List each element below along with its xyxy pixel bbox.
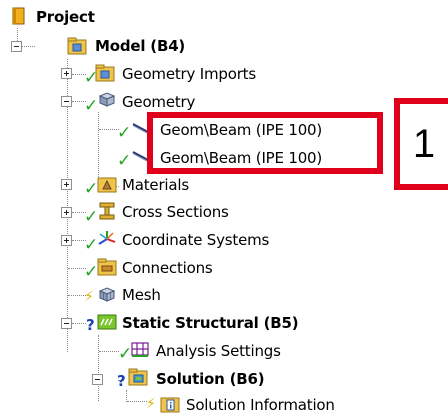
tree-item-cross-sections[interactable]: Cross Sections (122, 198, 229, 226)
analysis-settings-icon (131, 340, 149, 358)
tree-item-geometry-imports[interactable]: Geometry Imports (122, 60, 256, 88)
tree-item-analysis-settings[interactable]: Analysis Settings (156, 337, 281, 365)
callout-number: 1 (412, 121, 436, 166)
expand-toggle-materials[interactable] (61, 179, 72, 190)
static-structural-icon (97, 314, 117, 332)
materials-icon (97, 175, 117, 193)
tree-item-model[interactable]: Model (B4) (95, 32, 185, 60)
tree-item-static-structural[interactable]: Static Structural (B5) (122, 309, 299, 337)
i-beam-section-icon (99, 202, 117, 220)
tree-label: Model (B4) (95, 37, 186, 55)
tree-label: Coordinate Systems (122, 231, 270, 249)
solved-check-icon: ✓ (117, 123, 132, 143)
outline-tree: Project Model (B4) ✓ Geometry Imports ✓ (0, 0, 448, 415)
solution-information-icon (160, 395, 180, 413)
collapse-toggle-static-structural[interactable] (61, 318, 72, 329)
collapse-toggle-solution[interactable] (92, 374, 103, 385)
tree-label: Materials (122, 176, 189, 194)
tree-label: Project (36, 8, 95, 26)
project-icon (10, 7, 28, 25)
geometry-imports-folder-icon (95, 64, 115, 82)
expand-toggle-cross-sections[interactable] (61, 207, 72, 218)
tree-line (127, 401, 147, 402)
collapse-toggle-geometry[interactable] (61, 96, 72, 107)
model-folder-icon (67, 37, 87, 55)
collapse-toggle-model[interactable] (11, 41, 22, 52)
tree-item-project[interactable]: Project (36, 3, 95, 31)
tree-line (99, 351, 119, 352)
highlight-box (147, 112, 383, 174)
solved-check-icon: ✓ (117, 151, 132, 171)
expand-toggle-coordinate-systems[interactable] (61, 235, 72, 246)
tree-item-coordinate-systems[interactable]: Coordinate Systems (122, 226, 269, 254)
tree-label: Solution (B6) (156, 370, 265, 388)
tree-line (98, 335, 99, 401)
undefined-question-icon: ? (117, 372, 126, 390)
connections-folder-icon (97, 258, 117, 276)
tree-item-connections[interactable]: Connections (122, 254, 213, 282)
tree-line (72, 323, 86, 324)
tree-label: Connections (122, 259, 213, 277)
solved-check-icon: ✓ (84, 207, 99, 227)
tree-label: Geometry Imports (122, 65, 256, 83)
tree-item-solution[interactable]: Solution (B6) (156, 365, 265, 393)
coordinate-axes-icon (97, 230, 116, 248)
tree-label: Static Structural (B5) (122, 314, 299, 332)
tree-item-materials[interactable]: Materials (122, 171, 189, 199)
mesh-icon (97, 286, 116, 304)
tree-label: Analysis Settings (156, 342, 281, 360)
callout-box: 1 (394, 98, 448, 190)
tree-line (99, 129, 119, 130)
tree-item-mesh[interactable]: Mesh (122, 281, 161, 309)
tree-line (22, 46, 35, 47)
solution-folder-icon (128, 368, 148, 386)
needs-update-bolt-icon: ⚡ (84, 289, 94, 305)
tree-label: Cross Sections (122, 203, 229, 221)
geometry-cube-icon (97, 91, 116, 109)
tree-label: Mesh (122, 286, 161, 304)
needs-update-bolt-icon: ⚡ (146, 396, 156, 412)
undefined-question-icon: ? (86, 316, 95, 334)
expand-toggle-geometry-imports[interactable] (61, 68, 72, 79)
